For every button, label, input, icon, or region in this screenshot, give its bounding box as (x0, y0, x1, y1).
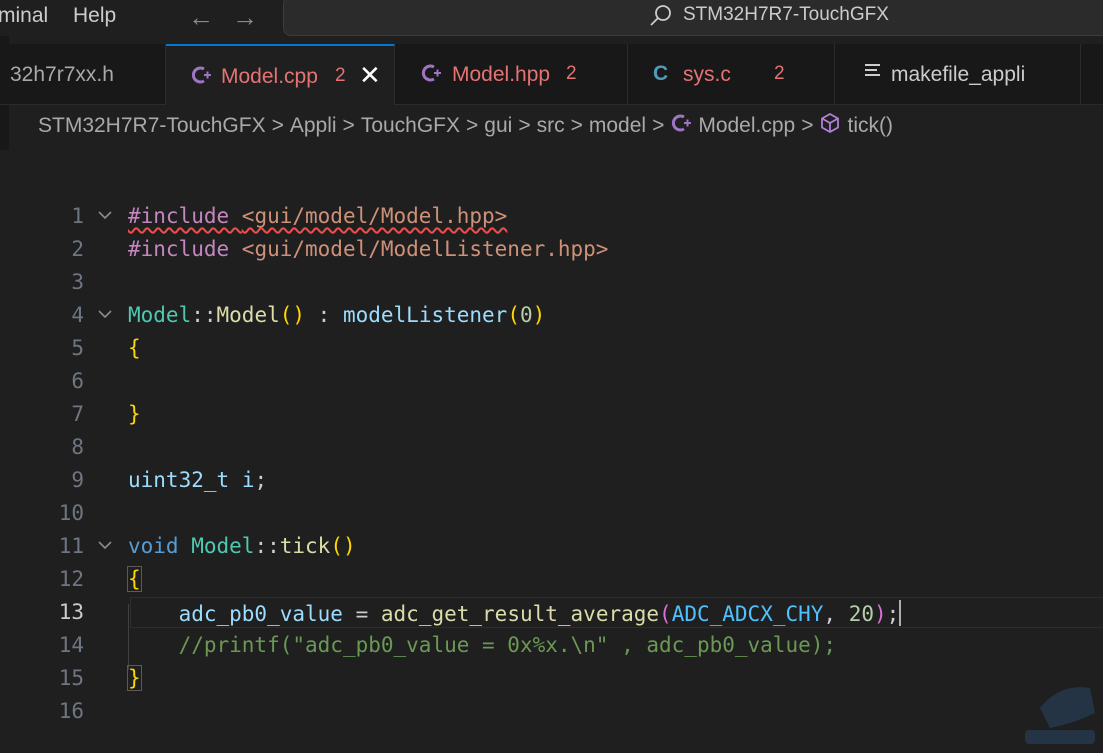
code-line[interactable]: 8 (0, 432, 1103, 465)
code-line[interactable]: 4 Model::Model() : modelListener(0) (0, 300, 1103, 333)
code-editor[interactable]: 1 #include <gui/model/Model.hpp> 2 #incl… (0, 150, 1103, 753)
line-number: 12 (58, 567, 84, 591)
line-number: 1 (71, 204, 84, 228)
close-icon[interactable]: ✕ (359, 60, 381, 91)
back-arrow-icon[interactable]: ← (188, 2, 214, 33)
tab-label: Model.cpp (221, 65, 318, 88)
code-line[interactable]: 2 #include <gui/model/ModelListener.hpp> (0, 234, 1103, 267)
search-icon (650, 5, 671, 26)
breadcrumb-item[interactable]: tick() (847, 114, 893, 138)
line-number: 10 (58, 501, 84, 525)
tab-model-hpp[interactable]: Model.hpp 2 (395, 44, 628, 104)
breadcrumb-item[interactable]: TouchGFX (361, 114, 460, 138)
problem-count-badge: 2 (335, 65, 346, 86)
line-number: 14 (58, 633, 84, 657)
code-line[interactable]: 5 { (0, 333, 1103, 366)
tab-model-cpp[interactable]: Model.cpp 2 ✕ (166, 44, 395, 105)
breadcrumb: STM32H7R7-TouchGFX > Appli > TouchGFX > gui > sr… (38, 112, 893, 142)
chevron-right-icon: > (652, 114, 665, 137)
line-number: 8 (71, 435, 84, 459)
tab-label: Model.hpp (452, 63, 551, 86)
cpp-file-icon (670, 112, 692, 140)
chevron-right-icon: > (801, 114, 814, 137)
chevron-right-icon: > (570, 114, 583, 137)
code-line[interactable]: 3 (0, 267, 1103, 300)
chevron-down-icon[interactable] (97, 306, 113, 322)
code-line[interactable]: 16 (0, 696, 1103, 729)
line-number: 11 (58, 534, 84, 558)
breadcrumb-item[interactable]: model (589, 114, 646, 138)
tab-label: sys.c (683, 63, 731, 86)
line-number: 9 (71, 468, 84, 492)
code-line[interactable]: 15 } (0, 663, 1103, 696)
breadcrumb-item[interactable]: src (537, 114, 565, 138)
code-line[interactable]: 14 //printf("adc_pb0_value = 0x%x.\n" , … (0, 630, 1103, 663)
tab-sys-c[interactable]: C sys.c 2 (628, 44, 835, 104)
chevron-right-icon: > (518, 114, 531, 137)
line-number: 16 (58, 699, 84, 723)
forward-arrow-icon[interactable]: → (232, 2, 258, 33)
cpp-file-icon (190, 64, 212, 92)
method-cube-icon (819, 112, 841, 140)
breadcrumb-item[interactable]: STM32H7R7-TouchGFX (38, 114, 266, 138)
line-number: 4 (71, 303, 84, 327)
c-file-icon: C (653, 62, 669, 85)
breadcrumb-item[interactable]: gui (484, 114, 512, 138)
chevron-right-icon: > (271, 114, 284, 137)
problem-count-badge: 2 (774, 63, 785, 84)
code-line[interactable]: 1 #include <gui/model/Model.hpp> (0, 201, 1103, 234)
tab-label: makefile_appli (891, 63, 1026, 86)
code-line[interactable]: 6 (0, 366, 1103, 399)
menu-help[interactable]: Help (73, 4, 116, 28)
line-number: 15 (58, 666, 84, 690)
search-text[interactable]: STM32H7R7-TouchGFX (683, 4, 889, 26)
editor-tab-bar: 32h7r7xx.h Model.cpp 2 ✕ Model.hpp 2 C s… (0, 44, 1103, 105)
menu-terminal[interactable]: minal (0, 4, 48, 28)
chevron-right-icon: > (342, 114, 355, 137)
chevron-right-icon: > (466, 114, 479, 137)
tab-label: 32h7r7xx.h (10, 63, 114, 86)
tab-makefile-appli[interactable]: makefile_appli (835, 44, 1081, 104)
line-number: 6 (71, 369, 84, 393)
title-bar: minal Help ← → STM32H7R7-TouchGFX (0, 0, 1103, 36)
code-line[interactable]: 9 uint32_t i; (0, 465, 1103, 498)
line-number: 2 (71, 237, 84, 261)
breadcrumb-item[interactable]: Appli (290, 114, 337, 138)
chevron-down-icon[interactable] (97, 537, 113, 553)
line-number: 5 (71, 336, 84, 360)
line-number: 13 (58, 600, 84, 624)
line-number: 3 (71, 270, 84, 294)
breadcrumb-item[interactable]: Model.cpp (698, 114, 795, 138)
code-line[interactable]: 11 void Model::tick() (0, 531, 1103, 564)
makefile-icon (865, 62, 881, 84)
problem-count-badge: 2 (566, 63, 577, 84)
cpp-file-icon (420, 62, 442, 90)
code-line[interactable]: 12 { (0, 564, 1103, 597)
tab-32h7r7xx-h[interactable]: 32h7r7xx.h (0, 44, 166, 104)
text-cursor (899, 600, 902, 626)
code-line[interactable]: 10 (0, 498, 1103, 531)
code-line-current[interactable]: 13 adc_pb0_value = adc_get_result_averag… (0, 597, 1103, 630)
code-line[interactable]: 7 } (0, 399, 1103, 432)
line-number: 7 (71, 402, 84, 426)
watermark-logo (1025, 687, 1095, 744)
chevron-down-icon[interactable] (97, 207, 113, 223)
